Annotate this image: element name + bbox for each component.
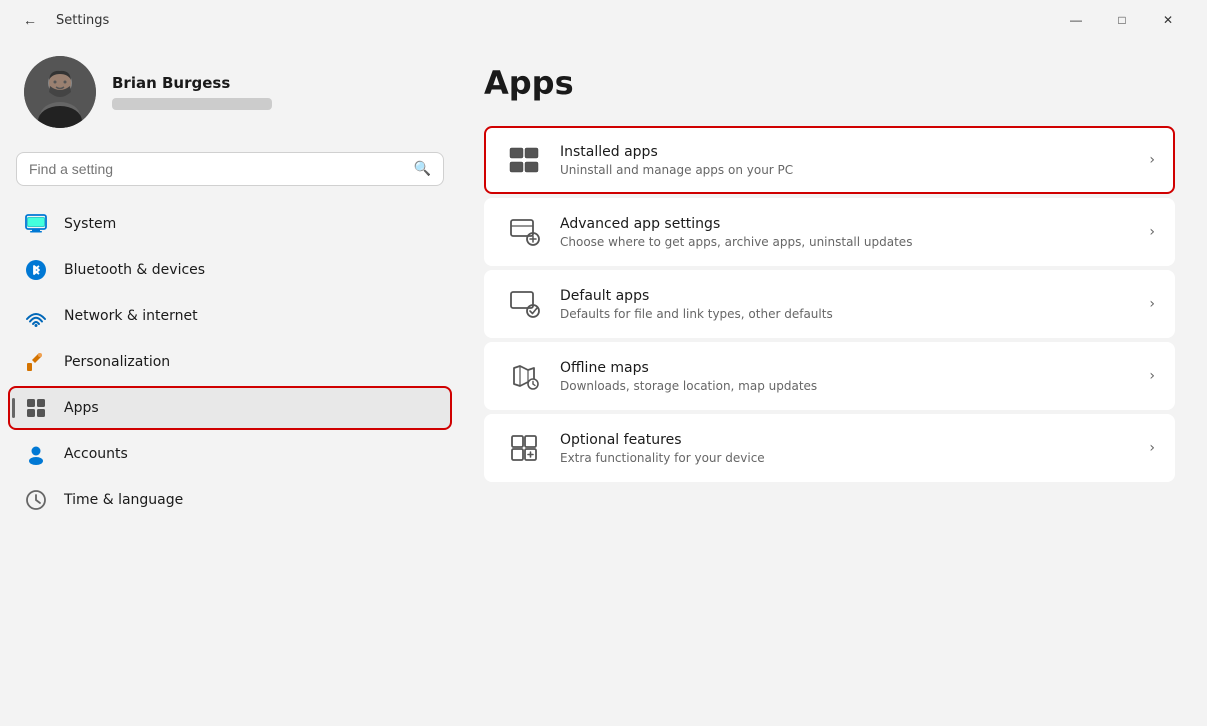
installed-apps-text: Installed apps Uninstall and manage apps… — [560, 144, 1137, 177]
advanced-app-settings-text: Advanced app settings Choose where to ge… — [560, 216, 1137, 249]
installed-apps-icon — [504, 140, 544, 180]
default-apps-text: Default apps Defaults for file and link … — [560, 288, 1137, 321]
offline-maps-desc: Downloads, storage location, map updates — [560, 379, 1137, 393]
sidebar-item-label-time: Time & language — [64, 492, 436, 508]
installed-apps-title: Installed apps — [560, 144, 1137, 160]
bluetooth-icon — [24, 258, 48, 282]
main-layout: Brian Burgess 🔍 System — [0, 40, 1207, 726]
sidebar-item-time[interactable]: Time & language — [8, 478, 452, 522]
sidebar-item-bluetooth[interactable]: Bluetooth & devices — [8, 248, 452, 292]
default-apps-icon — [504, 284, 544, 324]
title-bar-title: Settings — [56, 13, 109, 28]
personalization-icon — [24, 350, 48, 374]
back-button[interactable]: ← — [16, 6, 44, 34]
installed-apps-desc: Uninstall and manage apps on your PC — [560, 163, 1137, 177]
installed-apps-item[interactable]: Installed apps Uninstall and manage apps… — [484, 126, 1175, 194]
default-apps-desc: Defaults for file and link types, other … — [560, 307, 1137, 321]
close-button[interactable]: ✕ — [1145, 4, 1191, 36]
avatar — [24, 56, 96, 128]
maximize-button[interactable]: □ — [1099, 4, 1145, 36]
advanced-app-settings-title: Advanced app settings — [560, 216, 1137, 232]
advanced-app-settings-desc: Choose where to get apps, archive apps, … — [560, 235, 1137, 249]
sidebar-item-network[interactable]: Network & internet — [8, 294, 452, 338]
search-container: 🔍 — [0, 152, 460, 202]
optional-features-text: Optional features Extra functionality fo… — [560, 432, 1137, 465]
sidebar-item-label-network: Network & internet — [64, 308, 436, 324]
optional-features-item[interactable]: Optional features Extra functionality fo… — [484, 414, 1175, 482]
settings-list: Installed apps Uninstall and manage apps… — [484, 126, 1175, 482]
user-info: Brian Burgess — [112, 74, 272, 110]
advanced-app-settings-item[interactable]: Advanced app settings Choose where to ge… — [484, 198, 1175, 266]
user-email-bar — [112, 98, 272, 110]
sidebar-item-label-personalization: Personalization — [64, 354, 436, 370]
content-area: Apps Installed apps Uninstall and manage… — [460, 40, 1207, 726]
optional-features-desc: Extra functionality for your device — [560, 451, 1137, 465]
offline-maps-chevron: › — [1149, 368, 1155, 384]
page-title: Apps — [484, 64, 1175, 102]
sidebar-item-personalization[interactable]: Personalization — [8, 340, 452, 384]
sidebar-item-apps[interactable]: Apps — [8, 386, 452, 430]
nav-list: System Bluetooth & devices Network & int… — [0, 202, 460, 522]
advanced-app-settings-chevron: › — [1149, 224, 1155, 240]
sidebar-item-label-apps: Apps — [64, 400, 436, 416]
apps-icon — [24, 396, 48, 420]
network-icon — [24, 304, 48, 328]
accounts-icon — [24, 442, 48, 466]
offline-maps-icon — [504, 356, 544, 396]
optional-features-title: Optional features — [560, 432, 1137, 448]
optional-features-icon — [504, 428, 544, 468]
system-icon — [24, 212, 48, 236]
installed-apps-chevron: › — [1149, 152, 1155, 168]
sidebar-item-label-accounts: Accounts — [64, 446, 436, 462]
advanced-app-settings-icon — [504, 212, 544, 252]
title-bar: ← Settings — □ ✕ — [0, 0, 1207, 40]
optional-features-chevron: › — [1149, 440, 1155, 456]
search-box[interactable]: 🔍 — [16, 152, 444, 186]
sidebar-item-system[interactable]: System — [8, 202, 452, 246]
minimize-button[interactable]: — — [1053, 4, 1099, 36]
time-icon — [24, 488, 48, 512]
title-bar-controls: — □ ✕ — [1053, 4, 1191, 36]
search-input[interactable] — [29, 161, 406, 177]
sidebar-item-label-bluetooth: Bluetooth & devices — [64, 262, 436, 278]
offline-maps-title: Offline maps — [560, 360, 1137, 376]
offline-maps-text: Offline maps Downloads, storage location… — [560, 360, 1137, 393]
default-apps-title: Default apps — [560, 288, 1137, 304]
offline-maps-item[interactable]: Offline maps Downloads, storage location… — [484, 342, 1175, 410]
user-profile: Brian Burgess — [0, 40, 460, 152]
default-apps-chevron: › — [1149, 296, 1155, 312]
search-icon: 🔍 — [414, 161, 431, 177]
default-apps-item[interactable]: Default apps Defaults for file and link … — [484, 270, 1175, 338]
sidebar-item-accounts[interactable]: Accounts — [8, 432, 452, 476]
sidebar: Brian Burgess 🔍 System — [0, 40, 460, 726]
user-name: Brian Burgess — [112, 74, 272, 92]
sidebar-item-label-system: System — [64, 216, 436, 232]
